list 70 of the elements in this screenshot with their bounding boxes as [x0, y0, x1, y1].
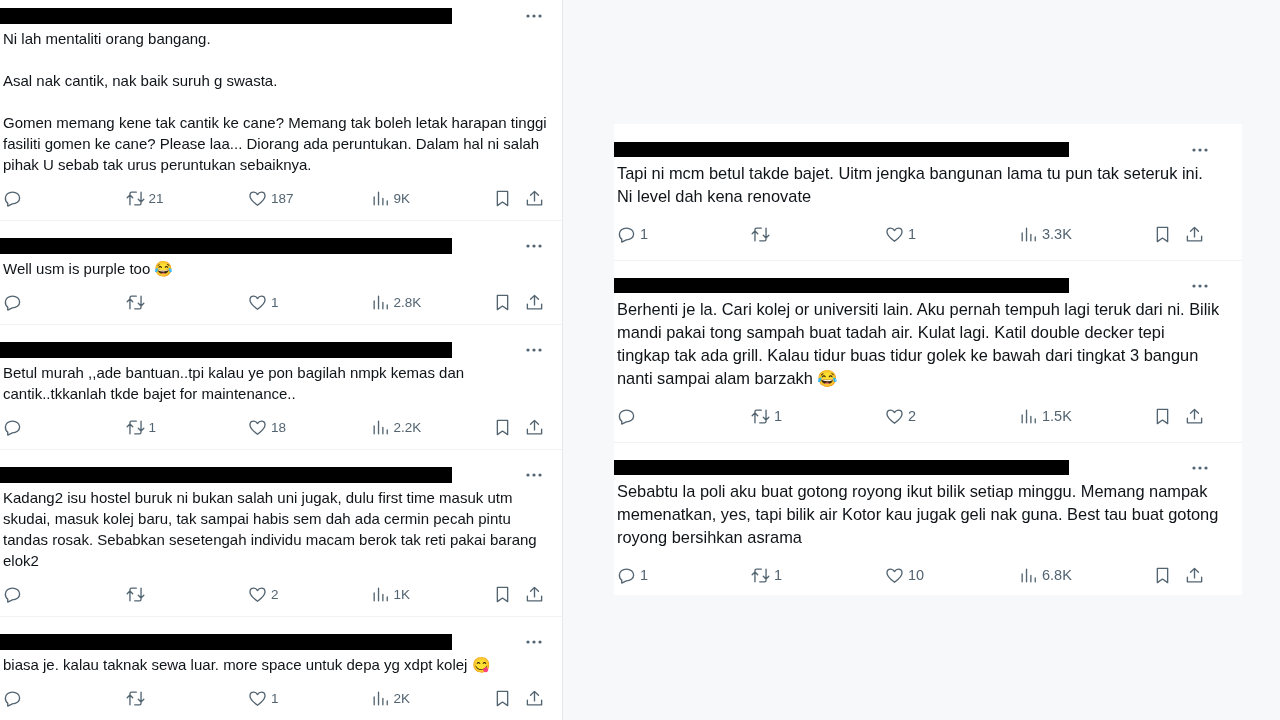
retweet-icon[interactable] — [751, 406, 770, 426]
view-count: 2K — [393, 690, 410, 706]
views-chart-icon[interactable] — [1019, 565, 1038, 585]
views-chart-icon[interactable] — [1019, 406, 1038, 426]
retweet-count: 1 — [774, 408, 783, 424]
reply-count: 1 — [640, 567, 649, 583]
retweet-icon[interactable] — [125, 188, 145, 208]
like-count: 1 — [908, 226, 917, 242]
views-chart-icon[interactable] — [370, 292, 390, 312]
view-count: 2.2K — [393, 419, 422, 435]
reply-icon[interactable] — [3, 417, 22, 437]
like-count: 2 — [908, 408, 917, 424]
reply-icon[interactable] — [617, 224, 636, 244]
reply-icon[interactable] — [617, 565, 636, 585]
more-options-icon[interactable] — [526, 348, 542, 352]
view-count: 9K — [393, 190, 410, 206]
tweet-text: Berhenti je la. Cari kolej or universiti lain. Aku pernah tempuh lagi teruk dari ni. Bilik mandi pakai tong sampah buat tadah air. Kulat lagi. Katil double decker tepi tingkap tak ada grill. Kalau tidur buas tidur golek ke bawah dari tingkat 3 bangun nanti sampai alam barzakh 😂 — [617, 300, 1221, 387]
share-icon[interactable] — [1185, 224, 1204, 244]
more-options-icon[interactable] — [1192, 283, 1208, 288]
like-count: 18 — [271, 419, 287, 435]
retweet-icon[interactable] — [751, 565, 770, 585]
views-chart-icon[interactable] — [370, 417, 390, 437]
share-icon[interactable] — [1185, 406, 1204, 426]
views-chart-icon[interactable] — [1019, 224, 1038, 244]
more-options-icon[interactable] — [1192, 465, 1208, 470]
tweet-text: Sebabtu la poli aku buat gotong royong ikut bilik setiap minggu. Memang nampak memenatkan, yes, tapi bilik air Kotor kau jugak geli nak guna. Best tau buat gotong royong bersihkan asrama — [617, 482, 1220, 546]
more-options-icon[interactable] — [526, 14, 542, 18]
like-count: 10 — [908, 567, 925, 583]
reply-icon[interactable] — [3, 688, 22, 708]
like-count: 1 — [271, 294, 279, 310]
view-count: 1.5K — [1042, 408, 1072, 424]
more-options-icon[interactable] — [1192, 147, 1208, 152]
reply-icon[interactable] — [3, 188, 22, 208]
share-icon[interactable] — [525, 417, 544, 437]
retweet-icon[interactable] — [751, 224, 770, 244]
more-options-icon[interactable] — [526, 640, 542, 644]
more-options-icon[interactable] — [526, 473, 542, 477]
tweet-text: Ni lah mentaliti orang bangang. Asal nak cantik, nak baik suruh g swasta. Gomen memang kene tak cantik ke cane? Memang tak boleh letak harapan tinggi fasiliti gomen ke cane? Please laa... Diorang ada peruntukan. Dalam hal ni salah pihak U sebab tak urus peruntukan sebaiknya. — [3, 30, 548, 173]
like-count: 187 — [271, 190, 294, 206]
views-chart-icon[interactable] — [370, 188, 390, 208]
view-count: 2.8K — [393, 294, 422, 310]
tweet-text: Betul murah ,,ade bantuan..tpi kalau ye pon bagilah nmpk kemas dan cantik..tkkanlah tkde bajet for maintenance.. — [3, 364, 466, 402]
share-icon[interactable] — [525, 292, 544, 312]
like-count: 1 — [271, 690, 279, 706]
retweet-count: 21 — [148, 190, 164, 206]
share-icon[interactable] — [1185, 565, 1204, 585]
tweet-text: Tapi ni mcm betul takde bajet. Uitm jengka bangunan lama tu pun tak seteruk ini. Ni level dah kena renovate — [617, 164, 1204, 205]
reply-icon[interactable] — [3, 292, 22, 312]
share-icon[interactable] — [525, 584, 544, 604]
retweet-count: 1 — [774, 567, 783, 583]
like-count: 2 — [271, 586, 279, 602]
views-chart-icon[interactable] — [370, 584, 390, 604]
share-icon[interactable] — [525, 688, 544, 708]
more-options-icon[interactable] — [526, 244, 542, 248]
tweet-text: Well usm is purple too 😂 — [3, 260, 174, 277]
tweet-text: biasa je. kalau taknak sewa luar. more space untuk depa yg xdpt kolej 😋 — [3, 656, 491, 673]
retweet-icon[interactable] — [125, 688, 145, 708]
reply-count: 1 — [640, 226, 649, 242]
view-count: 1K — [393, 586, 410, 602]
retweet-count: 1 — [148, 419, 156, 435]
retweet-icon[interactable] — [125, 292, 145, 312]
view-count: 6.8K — [1042, 567, 1072, 583]
share-icon[interactable] — [525, 188, 544, 208]
retweet-icon[interactable] — [125, 417, 145, 437]
tweet-text: Kadang2 isu hostel buruk ni bukan salah uni jugak, dulu first time masuk utm skudai, masuk kolej baru, tak sampai habis sem dah ada cermin pecah pintu tandas rosak. Sebabkan sesetengah individu macam berok tak reti pakai barang elok2 — [3, 489, 538, 569]
retweet-icon[interactable] — [125, 584, 145, 604]
reply-icon[interactable] — [617, 406, 636, 426]
view-count: 3.3K — [1042, 226, 1072, 242]
reply-icon[interactable] — [3, 584, 22, 604]
views-chart-icon[interactable] — [370, 688, 390, 708]
